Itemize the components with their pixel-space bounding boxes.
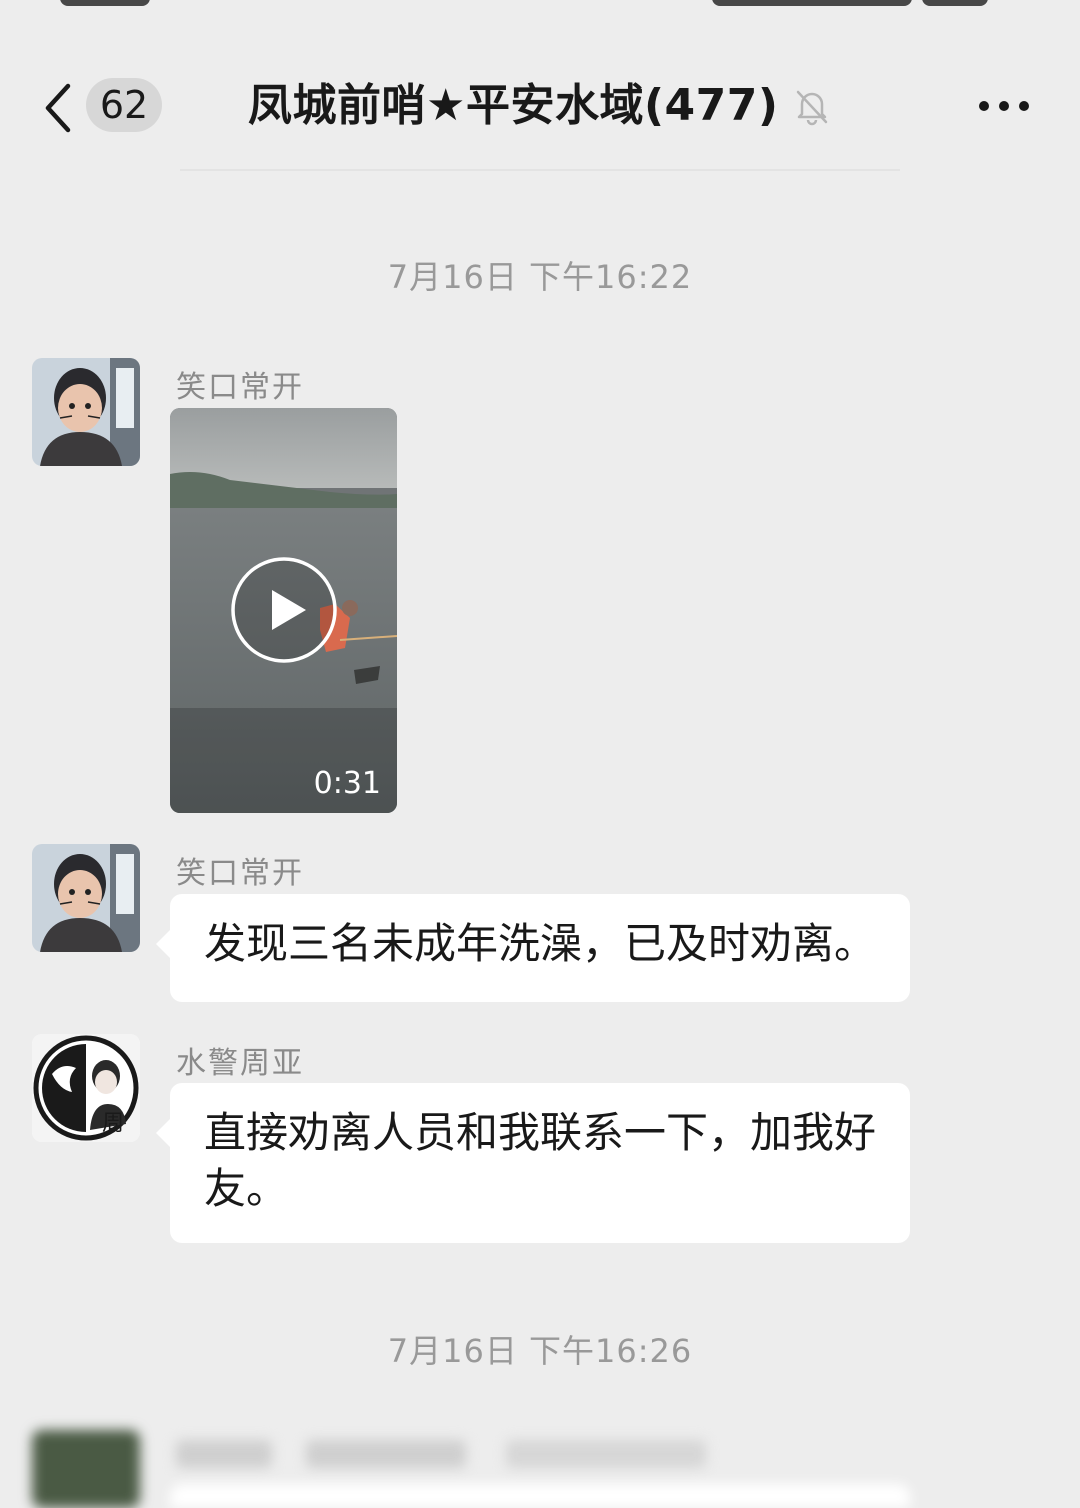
bell-off-icon (792, 86, 832, 126)
back-button[interactable] (40, 80, 80, 136)
avatar[interactable]: 周 (32, 1034, 140, 1142)
message-text: 发现三名未成年洗澡，已及时劝离。 (204, 919, 877, 968)
unread-count-badge[interactable]: 62 (86, 78, 162, 132)
sender-name: 笑口常开 (176, 370, 304, 405)
status-bar (0, 0, 1080, 14)
chevron-left-icon (45, 83, 71, 133)
svg-text:周: 周 (102, 1111, 124, 1136)
message-bubble[interactable]: 直接劝离人员和我联系一下，加我好友。 (156, 1083, 910, 1243)
message-text: 直接劝离人员和我联系一下，加我好友。 (204, 1108, 877, 1213)
avatar[interactable] (32, 844, 140, 952)
message-timestamp: 7月16日 下午16:26 (387, 1332, 693, 1370)
video-duration: 0:31 (313, 766, 381, 801)
status-bar-icons (712, 0, 912, 6)
chat-header: 62 凤城前哨★平安水域(477) (0, 48, 1080, 168)
avatar[interactable] (32, 358, 140, 466)
avatar[interactable] (32, 1430, 140, 1508)
sender-name: 水警周亚 (176, 1046, 304, 1081)
blurred-message-bubble[interactable] (170, 1484, 910, 1508)
chat-title: 凤城前哨★平安水域(477) (248, 80, 779, 131)
status-bar-left (60, 0, 150, 6)
play-icon[interactable] (230, 556, 338, 664)
message-bubble[interactable]: 发现三名未成年洗澡，已及时劝离。 (156, 894, 910, 1002)
more-horizontal-icon (979, 101, 1029, 111)
video-message[interactable]: 0:31 (170, 408, 397, 813)
message-timestamp: 7月16日 下午16:22 (387, 258, 693, 296)
more-button[interactable] (972, 88, 1036, 124)
header-divider (180, 169, 900, 171)
blurred-sender-name (176, 1440, 706, 1468)
sender-name: 笑口常开 (176, 856, 304, 891)
battery-icon (922, 0, 988, 6)
